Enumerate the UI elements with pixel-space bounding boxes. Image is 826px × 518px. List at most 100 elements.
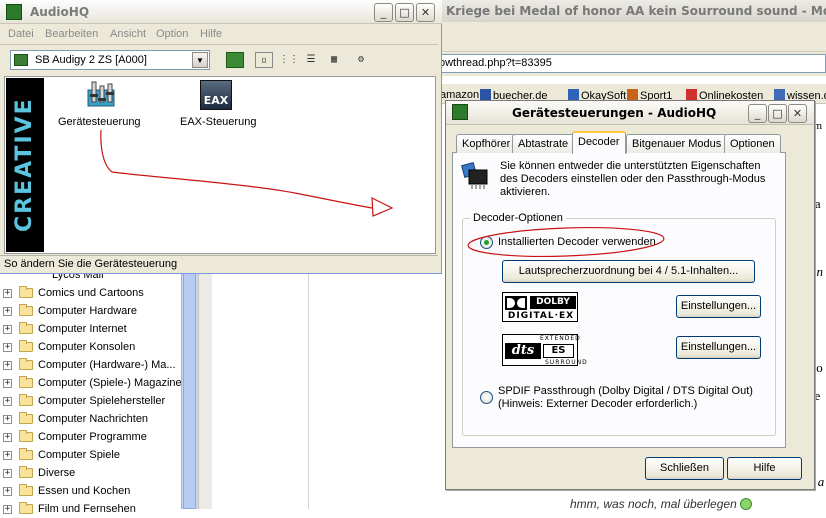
expand-icon[interactable]: + xyxy=(3,307,12,316)
menubar-divider xyxy=(0,44,438,45)
folder-icon xyxy=(19,484,33,496)
tree-item[interactable]: + Diverse xyxy=(0,464,181,482)
folder-icon xyxy=(19,502,33,514)
bookmark-icon xyxy=(480,89,491,100)
tree-item[interactable]: + Comics und Cartoons xyxy=(0,284,181,302)
list-view-icon[interactable]: ☰ xyxy=(302,52,320,68)
expand-icon[interactable]: + xyxy=(3,433,12,442)
dialog-maximize-button[interactable]: □ xyxy=(768,104,787,123)
sidebar-scroll-thumb[interactable] xyxy=(183,270,196,509)
installed-decoder-label[interactable]: Installierten Decoder verwenden xyxy=(498,236,656,248)
tree-item[interactable]: + Computer Konsolen xyxy=(0,338,181,356)
card-tool-icon[interactable] xyxy=(226,52,244,68)
expand-icon[interactable]: + xyxy=(3,325,12,334)
tab-bitgenauer-modus[interactable]: Bitgenauer Modus xyxy=(626,134,728,153)
radio-installed-decoder[interactable] xyxy=(480,236,493,249)
dialog-app-icon xyxy=(452,104,468,120)
small-icons-view-icon[interactable]: ⋮⋮ xyxy=(279,52,299,68)
device-control-label[interactable]: Gerätesteuerung xyxy=(58,116,141,128)
help-button[interactable]: Hilfe xyxy=(727,457,802,480)
bookmark-icon xyxy=(627,89,638,100)
bookmark-icon xyxy=(774,89,785,100)
audiohq-maximize-button[interactable]: □ xyxy=(395,3,414,22)
folder-icon xyxy=(19,340,33,352)
url-field[interactable]: owthread.php?t=83395 xyxy=(432,54,826,73)
details-view-icon[interactable]: ▦ xyxy=(325,52,343,68)
tab-kopfhoerer[interactable]: Kopfhörer xyxy=(456,134,517,153)
tree-item[interactable]: + Computer Internet xyxy=(0,320,181,338)
folder-icon xyxy=(19,304,33,316)
dialog-minimize-button[interactable]: _ xyxy=(748,104,767,123)
eax-control-label[interactable]: EAX-Steuerung xyxy=(180,116,256,128)
tree-item[interactable]: + Computer (Spiele-) Magazine xyxy=(0,374,181,392)
expand-icon[interactable]: + xyxy=(3,469,12,478)
folder-icon xyxy=(19,322,33,334)
tree-item[interactable]: + Computer Spiele xyxy=(0,446,181,464)
menu-bearbeiten[interactable]: Bearbeiten xyxy=(45,28,98,40)
creative-logo-text: CREATIVE xyxy=(12,97,37,233)
expand-icon[interactable]: + xyxy=(3,415,12,424)
tree-item[interactable]: + Computer Spielehersteller xyxy=(0,392,181,410)
close-button[interactable]: Schließen xyxy=(645,457,724,480)
audiohq-minimize-button[interactable]: _ xyxy=(374,3,393,22)
dolby-dd-icon xyxy=(505,296,527,310)
tree-item[interactable]: + Computer Nachrichten xyxy=(0,410,181,428)
browser-title-bar: Kriege bei Medal of honor AA kein Sourro… xyxy=(420,0,826,22)
audiohq-statusbar: So ändern Sie die Gerätesteuerung xyxy=(0,255,438,273)
expand-icon[interactable]: + xyxy=(3,505,12,514)
decoder-description: Sie können entweder die unterstützten Ei… xyxy=(500,160,766,198)
audiohq-menubar: Datei Bearbeiten Ansicht Option Hilfe xyxy=(0,24,438,44)
dolby-settings-button[interactable]: Einstellungen... xyxy=(676,295,761,318)
column-divider xyxy=(308,270,309,509)
dolby-word: DOLBY xyxy=(530,296,576,309)
folder-icon xyxy=(19,448,33,460)
menu-hilfe[interactable]: Hilfe xyxy=(200,28,222,40)
bookmark-icon xyxy=(568,89,579,100)
bookmark-sidebar: Lycos Mail + Comics und Cartoons + Compute… xyxy=(0,269,181,515)
spdif-passthrough-label[interactable]: SPDIF Passthrough (Dolby Digital / DTS D… xyxy=(498,385,778,411)
tree-item[interactable]: + Computer Programme xyxy=(0,428,181,446)
expand-icon[interactable]: + xyxy=(3,361,12,370)
tree-item[interactable]: + Essen und Kochen xyxy=(0,482,181,500)
expand-icon[interactable]: + xyxy=(3,397,12,406)
device-control-icon[interactable] xyxy=(86,80,116,110)
folder-icon xyxy=(19,412,33,424)
dialog-close-button[interactable]: ✕ xyxy=(788,104,807,123)
expand-icon[interactable]: + xyxy=(3,343,12,352)
tab-optionen[interactable]: Optionen xyxy=(724,134,781,153)
speaker-mapping-button[interactable]: Lautsprecherzuordnung bei 4 / 5.1-Inhalt… xyxy=(502,260,755,283)
menu-datei[interactable]: Datei xyxy=(8,28,34,40)
audiohq-close-button[interactable]: ✕ xyxy=(416,3,435,22)
tree-item[interactable]: + Computer (Hardware-) Ma... xyxy=(0,356,181,374)
decoder-options-label: Decoder-Optionen xyxy=(470,212,566,224)
soundcard-icon xyxy=(14,54,28,66)
chevron-down-icon[interactable]: ▼ xyxy=(192,52,208,68)
device-select[interactable]: SB Audigy 2 ZS [A000] xyxy=(10,50,210,70)
tree-item[interactable]: + Computer Hardware xyxy=(0,302,181,320)
expand-icon[interactable]: + xyxy=(3,289,12,298)
tree-item[interactable]: + Film und Fernsehen xyxy=(0,500,181,518)
dts-word: dts xyxy=(505,343,541,359)
eax-icon[interactable]: EAX xyxy=(200,80,232,110)
expand-icon[interactable]: + xyxy=(3,379,12,388)
folder-icon xyxy=(19,358,33,370)
folder-icon xyxy=(19,466,33,478)
settings-tool-icon[interactable]: ⚙ xyxy=(352,52,370,68)
tab-decoder[interactable]: Decoder xyxy=(572,131,626,154)
dts-extended-text: EXTENDED xyxy=(540,335,581,342)
dts-surround-text: SURROUND xyxy=(545,359,588,366)
audiohq-title: AudioHQ xyxy=(30,5,90,19)
tab-abtastrate[interactable]: Abtastrate xyxy=(512,134,575,153)
dts-settings-button[interactable]: Einstellungen... xyxy=(676,336,761,359)
large-icons-view-icon[interactable]: ▫ xyxy=(255,52,273,68)
bookmark-icon xyxy=(686,89,697,100)
radio-spdif-passthrough[interactable] xyxy=(480,391,493,404)
menu-option[interactable]: Option xyxy=(156,28,188,40)
folder-icon xyxy=(19,430,33,442)
folder-icon xyxy=(19,394,33,406)
menu-ansicht[interactable]: Ansicht xyxy=(110,28,146,40)
expand-icon[interactable]: + xyxy=(3,451,12,460)
folder-icon xyxy=(19,286,33,298)
splitter[interactable] xyxy=(198,270,212,509)
expand-icon[interactable]: + xyxy=(3,487,12,496)
